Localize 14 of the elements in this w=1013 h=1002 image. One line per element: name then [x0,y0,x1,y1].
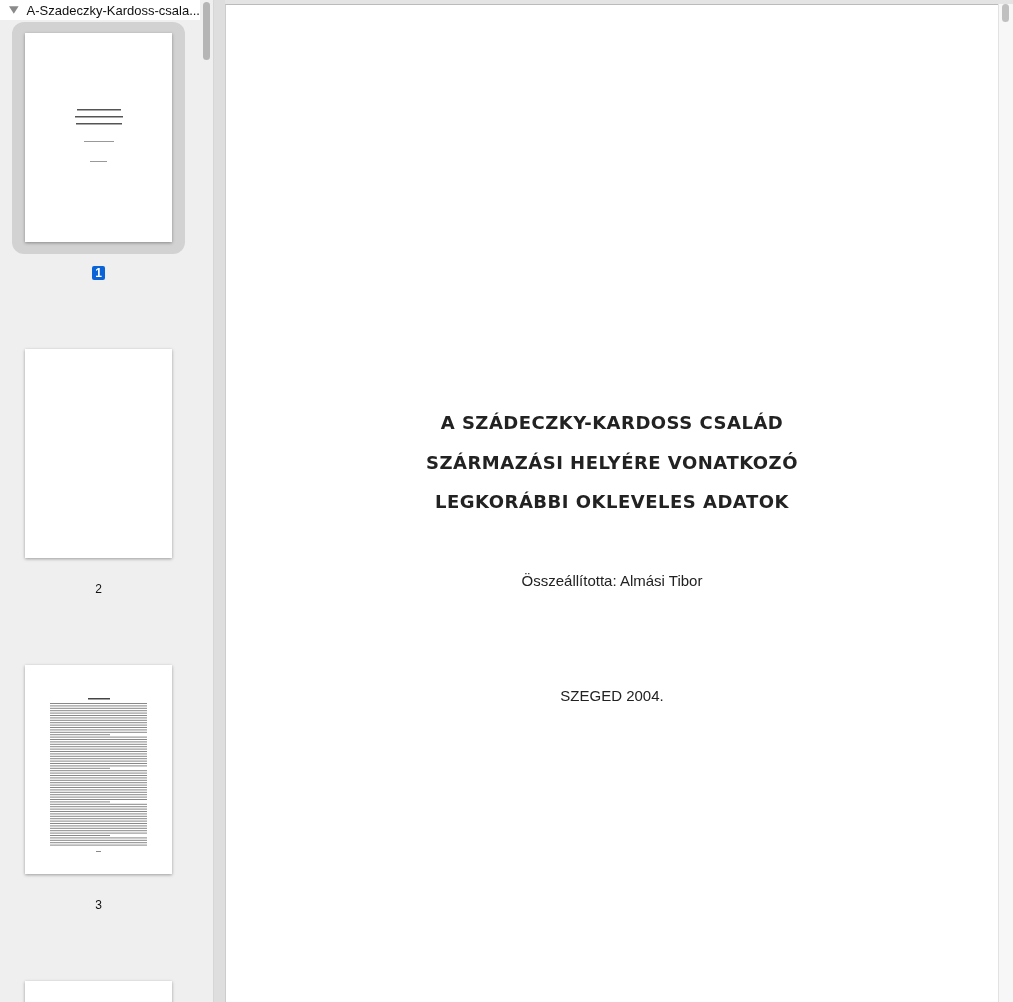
scrollbar-thumb[interactable] [1002,4,1009,22]
document-heading: LEGKORÁBBI OKLEVELES ADATOK [435,490,789,514]
scrollbar[interactable] [998,4,1013,1002]
page-thumbnail[interactable] [12,22,185,254]
page-number: 3 [94,898,103,912]
page-number: 1 [92,266,105,280]
scrollbar-thumb[interactable] [203,2,210,60]
page-number: 2 [94,582,103,596]
disclosure-triangle-icon[interactable] [9,6,19,14]
document-title: A-Szadeczky-Kardoss-csala... [26,2,200,18]
document-heading: SZÁRMAZÁSI HELYÉRE VONATKOZÓ [426,450,798,475]
place-date: SZEGED 2004. [560,686,664,704]
document-heading: A SZÁDECZKY-KARDOSS CSALÁD [440,411,784,435]
author-line: Összeállította: Almási Tibor [521,571,703,589]
